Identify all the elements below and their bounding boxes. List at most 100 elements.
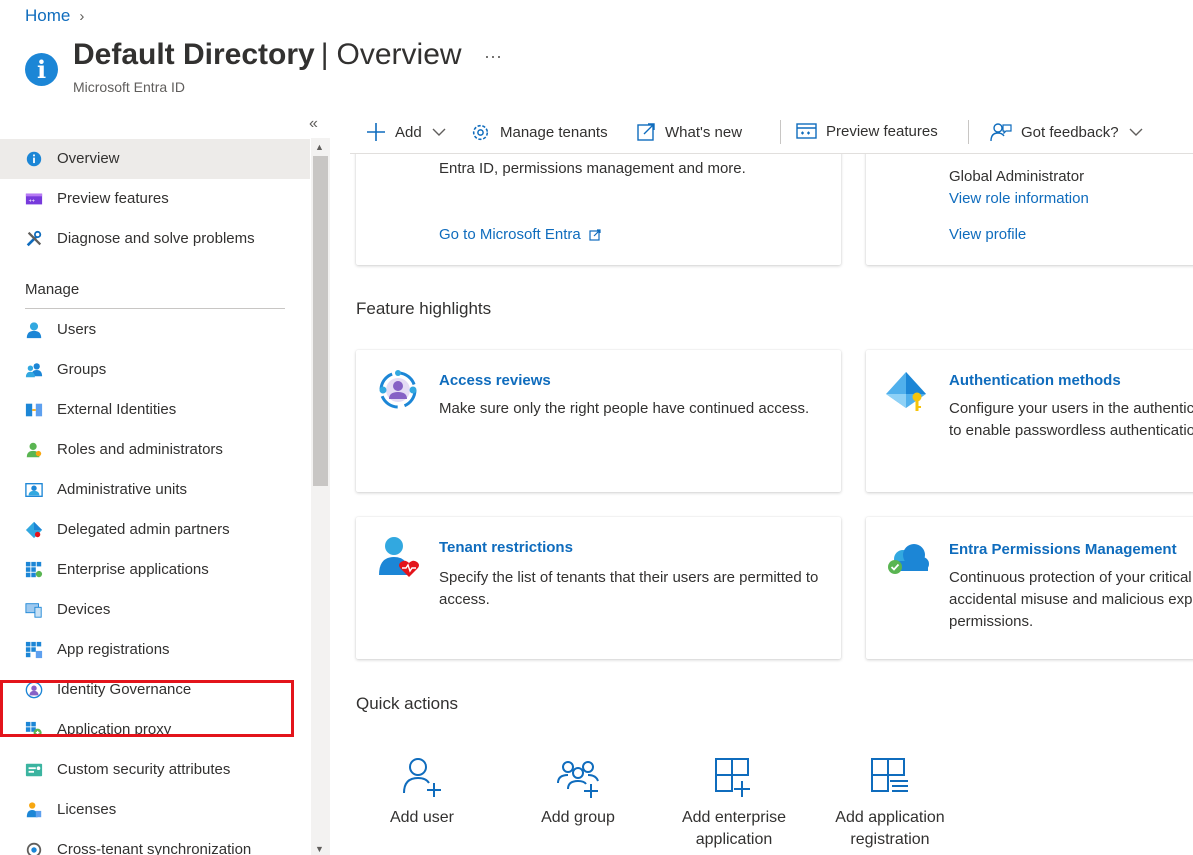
whats-new-label: What's new [665,123,743,141]
collapse-sidebar-icon[interactable]: « [309,115,318,133]
gear-icon [470,122,491,143]
toolbar-divider [780,120,781,144]
toolbar-divider [968,120,969,144]
got-feedback-button[interactable]: Got feedback? [990,122,1143,142]
manage-tenants-label: Manage tenants [500,124,608,141]
svg-text:++: ++ [29,199,35,205]
sidebar-item-devices[interactable]: Devices [0,590,310,630]
add-enterprise-application-label-line2: application [695,831,773,848]
sidebar-item-label: Preview features [57,190,169,207]
entra-card: Entra ID, permissions management and mor… [356,154,841,265]
sidebar-item-external-identities[interactable]: External Identities [0,390,310,430]
page-title-section: Overview [336,38,462,71]
permissions-management-card[interactable]: Entra Permissions Management Continuous … [866,517,1193,659]
go-to-entra-label: Go to Microsoft Entra [439,226,581,243]
card-title[interactable]: Authentication methods [949,372,1121,389]
preview-window-icon [796,122,817,140]
more-options-icon[interactable]: ··· [484,46,502,67]
sidebar-item-custom-security-attributes[interactable]: Custom security attributes [0,750,310,790]
whats-new-button[interactable]: What's new [636,122,742,142]
manage-tenants-button[interactable]: Manage tenants [470,122,608,143]
sidebar-item-administrative-units[interactable]: Administrative units [0,470,310,510]
card-title[interactable]: Tenant restrictions [439,539,573,556]
scroll-down-arrow-icon[interactable]: ▼ [315,844,324,854]
enterprise-apps-icon [25,561,43,578]
user-icon [26,322,42,339]
sidebar-item-label: Enterprise applications [57,561,209,578]
external-link-icon [636,122,656,142]
sidebar-item-preview-features[interactable]: ++ Preview features [0,179,310,219]
sidebar-item-label: Diagnose and solve problems [57,230,255,247]
sidebar-item-delegated-admin-partners[interactable]: Delegated admin partners [0,510,310,550]
view-profile-link[interactable]: View profile [949,226,1026,243]
page-title-separator: | [320,38,329,71]
sidebar-item-users[interactable]: Users [0,310,310,350]
add-application-registration-action[interactable]: Add application registration [820,755,960,851]
wrench-icon [26,230,42,247]
sidebar-scrollbar[interactable]: ▲ ▼ [311,138,330,855]
card-description: Configure your users in the authenticati… [949,400,1193,439]
add-group-label: Add group [541,809,615,826]
sidebar-item-label: Licenses [57,801,117,818]
sidebar-nav: Overview ++ Preview features Diagnose an… [0,138,310,855]
card-title[interactable]: Entra Permissions Management [949,541,1177,558]
add-user-action[interactable]: Add user [352,755,492,829]
preview-features-button[interactable]: Preview features [796,122,938,140]
toolbar-bottom-border [350,153,1193,154]
view-role-link[interactable]: View role information [949,190,1089,207]
sidebar-item-groups[interactable]: Groups [0,350,310,390]
sidebar-item-app-registrations[interactable]: App registrations [0,630,310,670]
sync-icon [26,842,42,855]
command-bar: Add Manage tenants What's new Preview fe… [350,112,1193,150]
sidebar-item-licenses[interactable]: Licenses [0,790,310,830]
section-divider [25,308,285,309]
scroll-up-arrow-icon[interactable]: ▲ [315,142,324,152]
sidebar-item-overview[interactable]: Overview [0,139,310,179]
add-user-label: Add user [389,809,455,826]
sidebar-item-label: Administrative units [57,481,188,498]
admin-units-icon [25,483,43,497]
page-title-directory: Default Directory [73,38,315,71]
access-reviews-card[interactable]: Access reviews Make sure only the right … [356,350,841,492]
authentication-methods-card[interactable]: Authentication methods Configure your us… [866,350,1193,492]
sidebar-item-cross-tenant-sync[interactable]: Cross-tenant synchronization [0,830,310,855]
add-label: Add [395,123,422,141]
sidebar-item-label: Cross-tenant synchronization [57,841,252,855]
add-application-registration-label-line2: registration [850,831,930,848]
sidebar-item-label: Devices [57,601,111,618]
sidebar-item-diagnose[interactable]: Diagnose and solve problems [0,219,310,259]
scroll-thumb[interactable] [313,156,328,486]
licenses-icon [26,802,42,818]
info-icon [26,151,42,167]
chevron-down-icon [1129,127,1143,137]
enterprise-applications-highlight [0,680,294,737]
add-application-registration-icon [871,758,908,792]
chevron-right-icon: › [79,7,85,25]
entra-description: Entra ID, permissions management and mor… [439,160,746,177]
card-description: Make sure only the right people have con… [439,400,810,417]
add-group-icon [557,761,599,798]
role-card: Global Administrator View role informati… [866,154,1193,265]
external-link-icon [589,228,601,241]
page-title: Default Directory | Overview [73,38,462,72]
add-enterprise-application-action[interactable]: Add enterprise application [664,755,804,851]
breadcrumb-home-link[interactable]: Home [25,6,70,26]
cloud-check-icon [888,544,929,574]
go-to-entra-link[interactable]: Go to Microsoft Entra [439,226,601,243]
feedback-icon [990,122,1012,142]
sidebar-item-roles[interactable]: Roles and administrators [0,430,310,470]
manage-heading: Manage [25,281,80,298]
got-feedback-label: Got feedback? [1021,123,1119,141]
add-button[interactable]: Add [366,122,446,142]
card-description: Specify the list of tenants that their u… [439,569,819,608]
tenant-restrictions-card[interactable]: Tenant restrictions Specify the list of … [356,517,841,659]
sidebar-item-enterprise-applications[interactable]: Enterprise applications [0,550,310,590]
authentication-methods-icon [886,372,926,411]
card-title[interactable]: Access reviews [439,372,551,389]
chevron-down-icon [432,127,446,137]
quick-actions-heading: Quick actions [356,694,459,713]
sidebar-item-label: Custom security attributes [57,761,231,778]
add-enterprise-application-label: Add enterprise [681,809,787,826]
page-subtitle: Microsoft Entra ID [73,79,186,95]
add-group-action[interactable]: Add group [508,755,648,829]
